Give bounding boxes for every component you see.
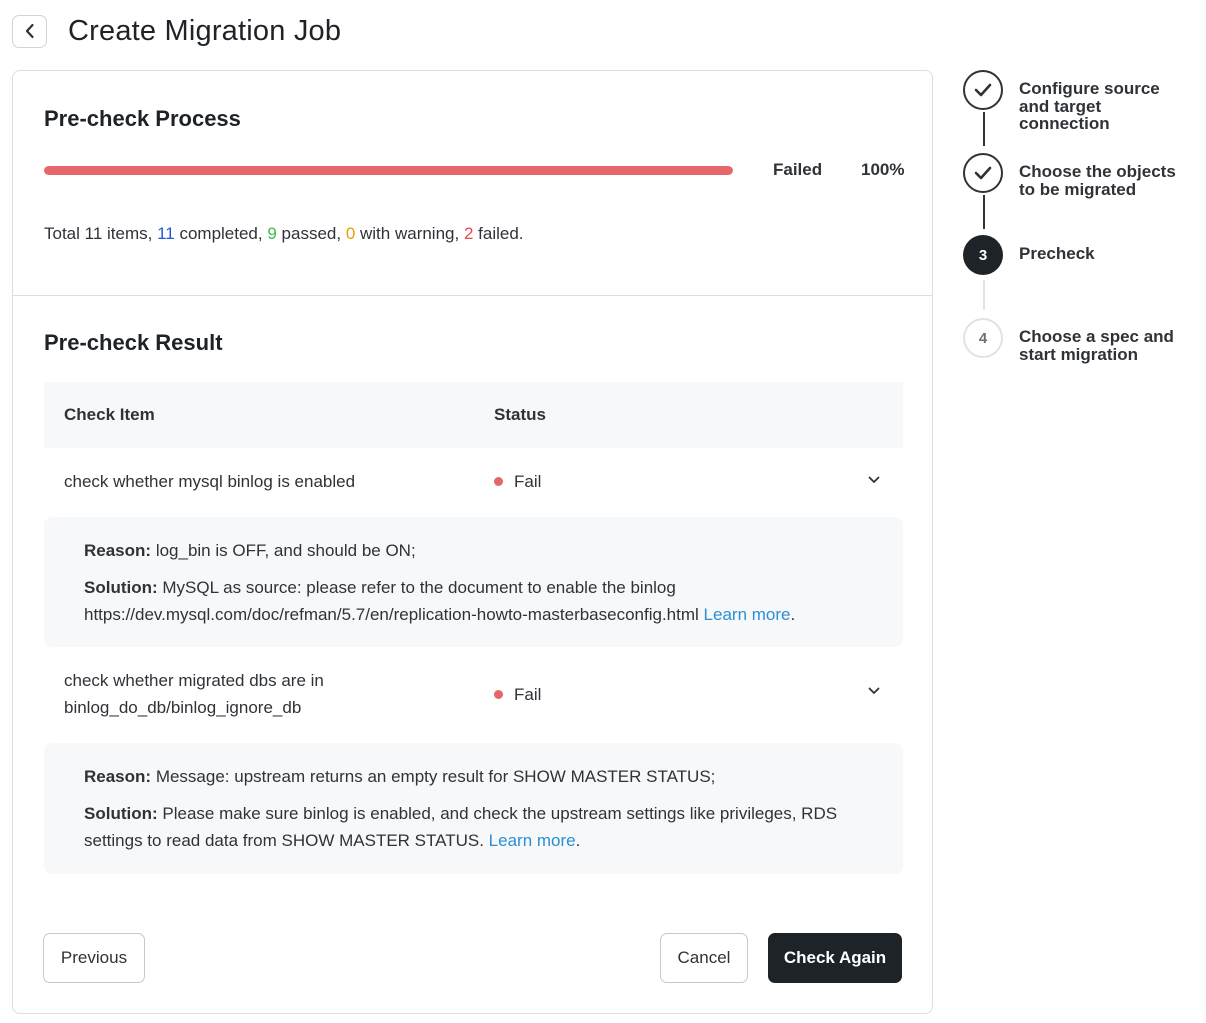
chevron-down-icon [868, 687, 880, 694]
cancel-button[interactable]: Cancel [660, 933, 748, 983]
step-complete-circle [963, 70, 1003, 110]
step-choose-objects: Choose the objects to be migrated [963, 153, 1194, 198]
solution-text: Please make sure binlog is enabled, and … [84, 804, 838, 850]
progress-fill [44, 166, 733, 175]
status-cell: Fail [494, 681, 541, 708]
check-detail-panel: Reason: log_bin is OFF, and should be ON… [44, 517, 903, 647]
passed-label: passed, [276, 224, 346, 243]
previous-button[interactable]: Previous [43, 933, 145, 983]
reason-text: Message: upstream returns an empty resul… [155, 767, 716, 786]
solution-text: MySQL as source: please refer to the doc… [84, 578, 699, 624]
learn-more-link[interactable]: Learn more [704, 605, 791, 624]
fail-dot-icon [494, 477, 503, 486]
page-title: Create Migration Job [68, 14, 342, 47]
step-label: Choose a spec and start migration [1019, 327, 1174, 364]
check-icon [974, 166, 992, 180]
precheck-result-title: Pre-check Result [44, 330, 223, 355]
completed-count: 11 [157, 224, 175, 243]
step-connector [982, 195, 985, 229]
warning-label: with warning, [355, 224, 464, 243]
failed-count: 2 [463, 224, 474, 243]
status-text: Fail [514, 684, 542, 704]
step-number: 4 [963, 318, 1003, 358]
solution-line: Solution: Please make sure binlog is ena… [84, 800, 863, 854]
progress-percent: 100% [861, 160, 905, 179]
summary-prefix: Total 11 items, [44, 224, 158, 243]
check-item-name: check whether mysql binlog is enabled [64, 472, 356, 491]
chevron-down-icon [868, 476, 880, 483]
reason-label: Reason: [84, 767, 152, 786]
precheck-process-section: Pre-check Process Failed 100% Total 11 i… [13, 71, 932, 296]
step-configure-connection: Configure source and target connection [963, 70, 1194, 133]
status-text: Fail [514, 471, 542, 491]
step-choose-spec: 4 Choose a spec and start migration [963, 318, 1194, 363]
fail-dot-icon [494, 690, 503, 699]
solution-trail: . [575, 831, 581, 850]
step-label: Configure source and target connection [1019, 79, 1160, 133]
solution-label: Solution: [84, 804, 158, 823]
step-connector [982, 280, 985, 310]
passed-count: 9 [267, 224, 277, 243]
row-summary[interactable]: check whether migrated dbs are in binlog… [44, 647, 903, 743]
reason-line: Reason: Message: upstream returns an emp… [84, 763, 863, 790]
precheck-summary: Total 11 items, 11 completed, 9 passed, … [44, 224, 524, 244]
step-label: Choose the objects to be migrated [1019, 162, 1176, 199]
precheck-process-title: Pre-check Process [44, 106, 241, 131]
expand-toggle[interactable] [867, 684, 881, 698]
check-detail-panel: Reason: Message: upstream returns an emp… [44, 743, 903, 874]
back-button[interactable] [12, 14, 47, 48]
table-row: check whether mysql binlog is enabled Fa… [44, 448, 903, 647]
migration-panel: Pre-check Process Failed 100% Total 11 i… [12, 70, 933, 1014]
table-row: check whether migrated dbs are in binlog… [44, 647, 903, 874]
check-item-name: check whether migrated dbs are in binlog… [64, 671, 324, 717]
chevron-left-icon [25, 23, 34, 39]
precheck-table: Check Item Status check whether mysql bi… [44, 382, 903, 874]
learn-more-link[interactable]: Learn more [489, 831, 576, 850]
page-header: Create Migration Job [12, 14, 341, 48]
expand-toggle[interactable] [867, 473, 881, 487]
completed-label: completed, [174, 224, 268, 243]
step-label: Precheck [1019, 244, 1095, 263]
status-cell: Fail [494, 468, 541, 495]
warning-count: 0 [345, 224, 356, 243]
reason-label: Reason: [84, 541, 152, 560]
reason-text: log_bin is OFF, and should be ON; [155, 541, 416, 560]
solution-line: Solution: MySQL as source: please refer … [84, 574, 863, 628]
failed-label: failed. [473, 224, 524, 243]
column-status: Status [494, 405, 546, 424]
solution-trail: . [790, 605, 796, 624]
reason-line: Reason: log_bin is OFF, and should be ON… [84, 537, 863, 564]
step-precheck: 3 Precheck [963, 235, 1194, 275]
progress-bar [44, 166, 733, 175]
check-again-button[interactable]: Check Again [768, 933, 902, 983]
row-summary[interactable]: check whether mysql binlog is enabled Fa… [44, 448, 903, 517]
check-icon [974, 83, 992, 97]
step-complete-circle [963, 153, 1003, 193]
column-check-item: Check Item [64, 405, 155, 424]
solution-label: Solution: [84, 578, 158, 597]
step-number: 3 [963, 235, 1003, 275]
table-header: Check Item Status [44, 382, 903, 448]
progress-status: Failed [773, 160, 823, 179]
